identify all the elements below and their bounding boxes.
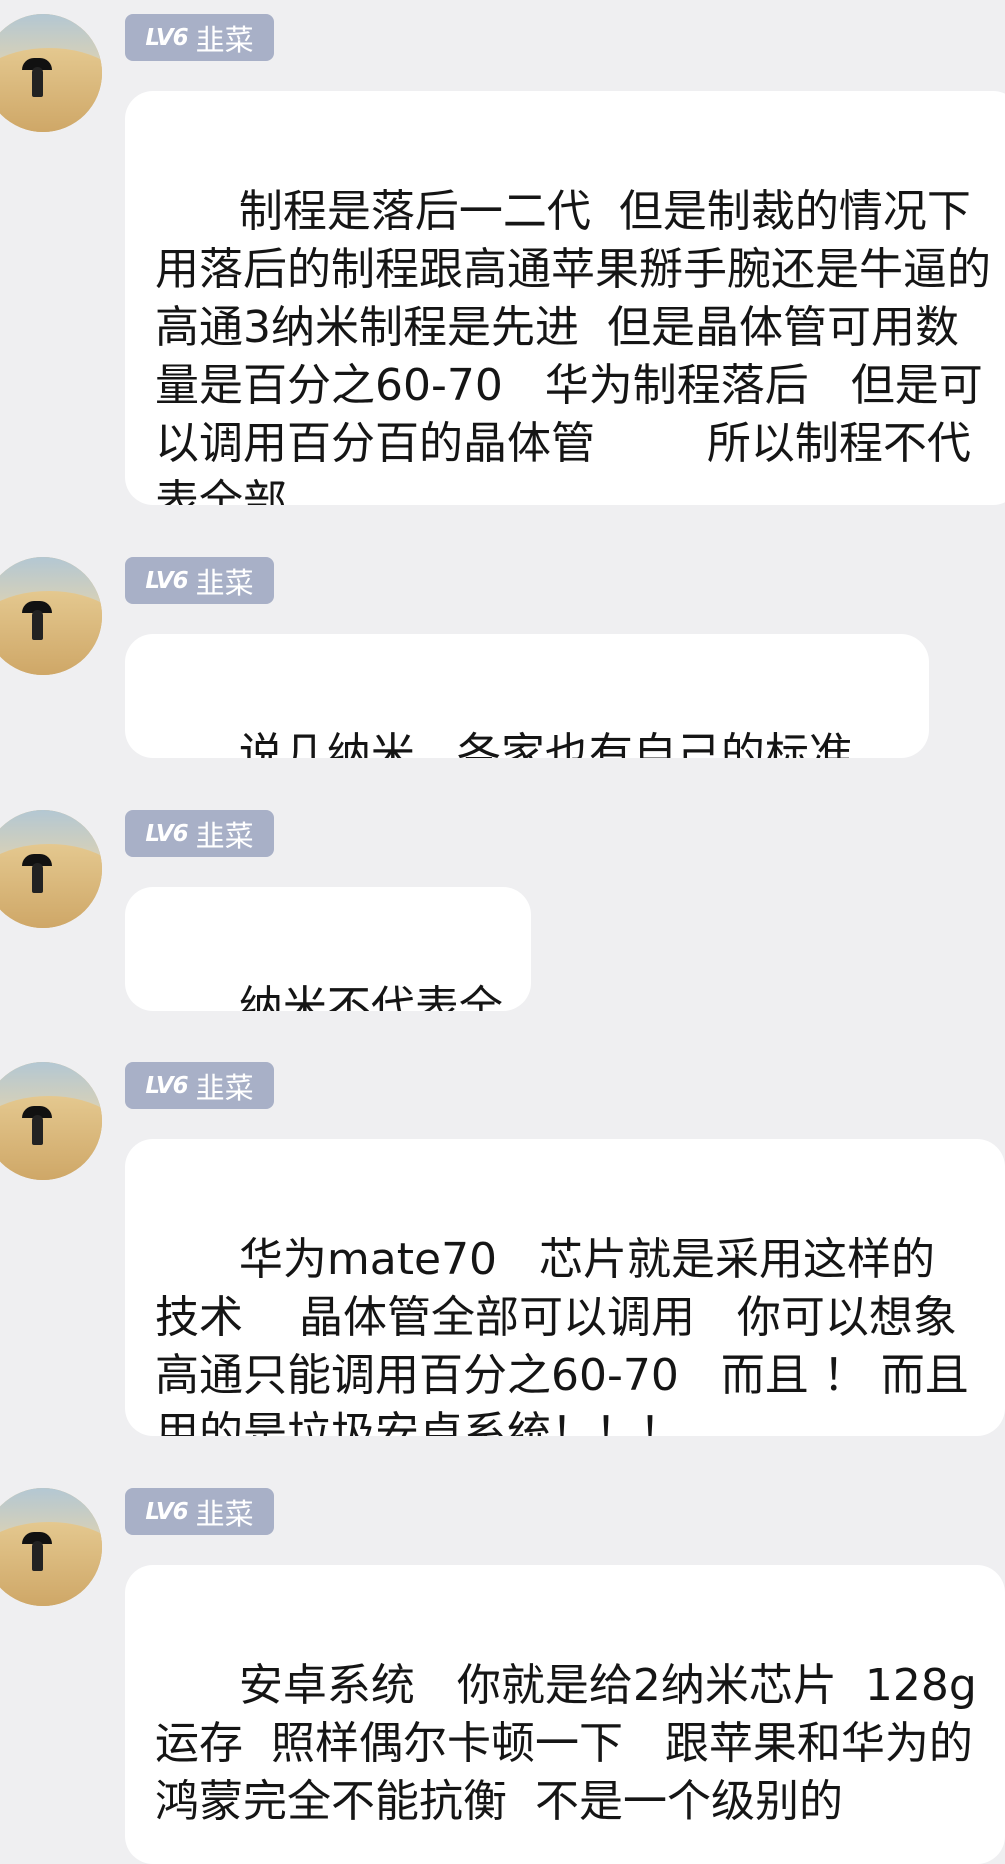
level-label: LV6 xyxy=(145,1073,188,1099)
level-label: LV6 xyxy=(145,568,188,594)
avatar-dune xyxy=(0,48,102,132)
user-name[interactable]: 韭菜 xyxy=(196,560,254,602)
avatar-person-icon xyxy=(32,610,43,640)
level-label: LV6 xyxy=(145,1499,188,1525)
chat-message-list: LV6 韭菜 制程是落后一二代 但是制裁的情况下用落后的制程跟高通苹果掰手腕还是… xyxy=(0,0,1005,1864)
avatar-person-icon xyxy=(32,67,43,97)
message-bubble[interactable]: 制程是落后一二代 但是制裁的情况下用落后的制程跟高通苹果掰手腕还是牛逼的 高通3… xyxy=(125,91,1005,505)
chat-message: LV6 韭菜 安卓系统 你就是给2纳米芯片 128g运存 照样偶尔卡顿一下 跟苹… xyxy=(0,1474,1005,1864)
level-label: LV6 xyxy=(145,25,188,51)
message-text: 制程是落后一二代 但是制裁的情况下用落后的制程跟高通苹果掰手腕还是牛逼的 高通3… xyxy=(155,186,991,505)
chat-message: LV6 韭菜 制程是落后一二代 但是制裁的情况下用落后的制程跟高通苹果掰手腕还是… xyxy=(0,0,1005,505)
user-level-badge: LV6 韭菜 xyxy=(125,810,274,857)
user-name[interactable]: 韭菜 xyxy=(196,1065,254,1107)
chat-message: LV6 韭菜 说几纳米 各家也有自己的标准 xyxy=(0,543,1005,763)
avatar-dune xyxy=(0,844,102,928)
avatar-person-icon xyxy=(32,1541,43,1571)
avatar-dune xyxy=(0,1522,102,1606)
avatar-person-icon xyxy=(32,1115,43,1145)
user-name[interactable]: 韭菜 xyxy=(196,17,254,59)
avatar-dune xyxy=(0,591,102,675)
message-text: 纳米不代表全部 xyxy=(238,982,503,1011)
user-name[interactable]: 韭菜 xyxy=(196,1491,254,1533)
message-text: 华为mate70 芯片就是采用这样的技术 晶体管全部可以调用 你可以想象 高通只… xyxy=(155,1234,999,1436)
avatar[interactable] xyxy=(0,14,102,132)
level-label: LV6 xyxy=(145,821,188,847)
user-name[interactable]: 韭菜 xyxy=(196,813,254,855)
avatar[interactable] xyxy=(0,557,102,675)
user-level-badge: LV6 韭菜 xyxy=(125,557,274,604)
avatar[interactable] xyxy=(0,810,102,928)
message-bubble[interactable]: 说几纳米 各家也有自己的标准 xyxy=(125,634,929,758)
user-level-badge: LV6 韭菜 xyxy=(125,1488,274,1535)
message-bubble[interactable]: 安卓系统 你就是给2纳米芯片 128g运存 照样偶尔卡顿一下 跟苹果和华为的鸿蒙… xyxy=(125,1565,1005,1864)
avatar[interactable] xyxy=(0,1488,102,1606)
user-level-badge: LV6 韭菜 xyxy=(125,1062,274,1109)
message-bubble[interactable]: 华为mate70 芯片就是采用这样的技术 晶体管全部可以调用 你可以想象 高通只… xyxy=(125,1139,1005,1436)
message-text: 安卓系统 你就是给2纳米芯片 128g运存 照样偶尔卡顿一下 跟苹果和华为的鸿蒙… xyxy=(155,1660,977,1827)
user-level-badge: LV6 韭菜 xyxy=(125,14,274,61)
avatar-dune xyxy=(0,1096,102,1180)
chat-message: LV6 韭菜 华为mate70 芯片就是采用这样的技术 晶体管全部可以调用 你可… xyxy=(0,1048,1005,1438)
message-bubble[interactable]: 纳米不代表全部 xyxy=(125,887,531,1011)
chat-message: LV6 韭菜 纳米不代表全部 xyxy=(0,796,1005,1016)
avatar[interactable] xyxy=(0,1062,102,1180)
message-text: 说几纳米 各家也有自己的标准 xyxy=(238,729,853,758)
avatar-person-icon xyxy=(32,863,43,893)
